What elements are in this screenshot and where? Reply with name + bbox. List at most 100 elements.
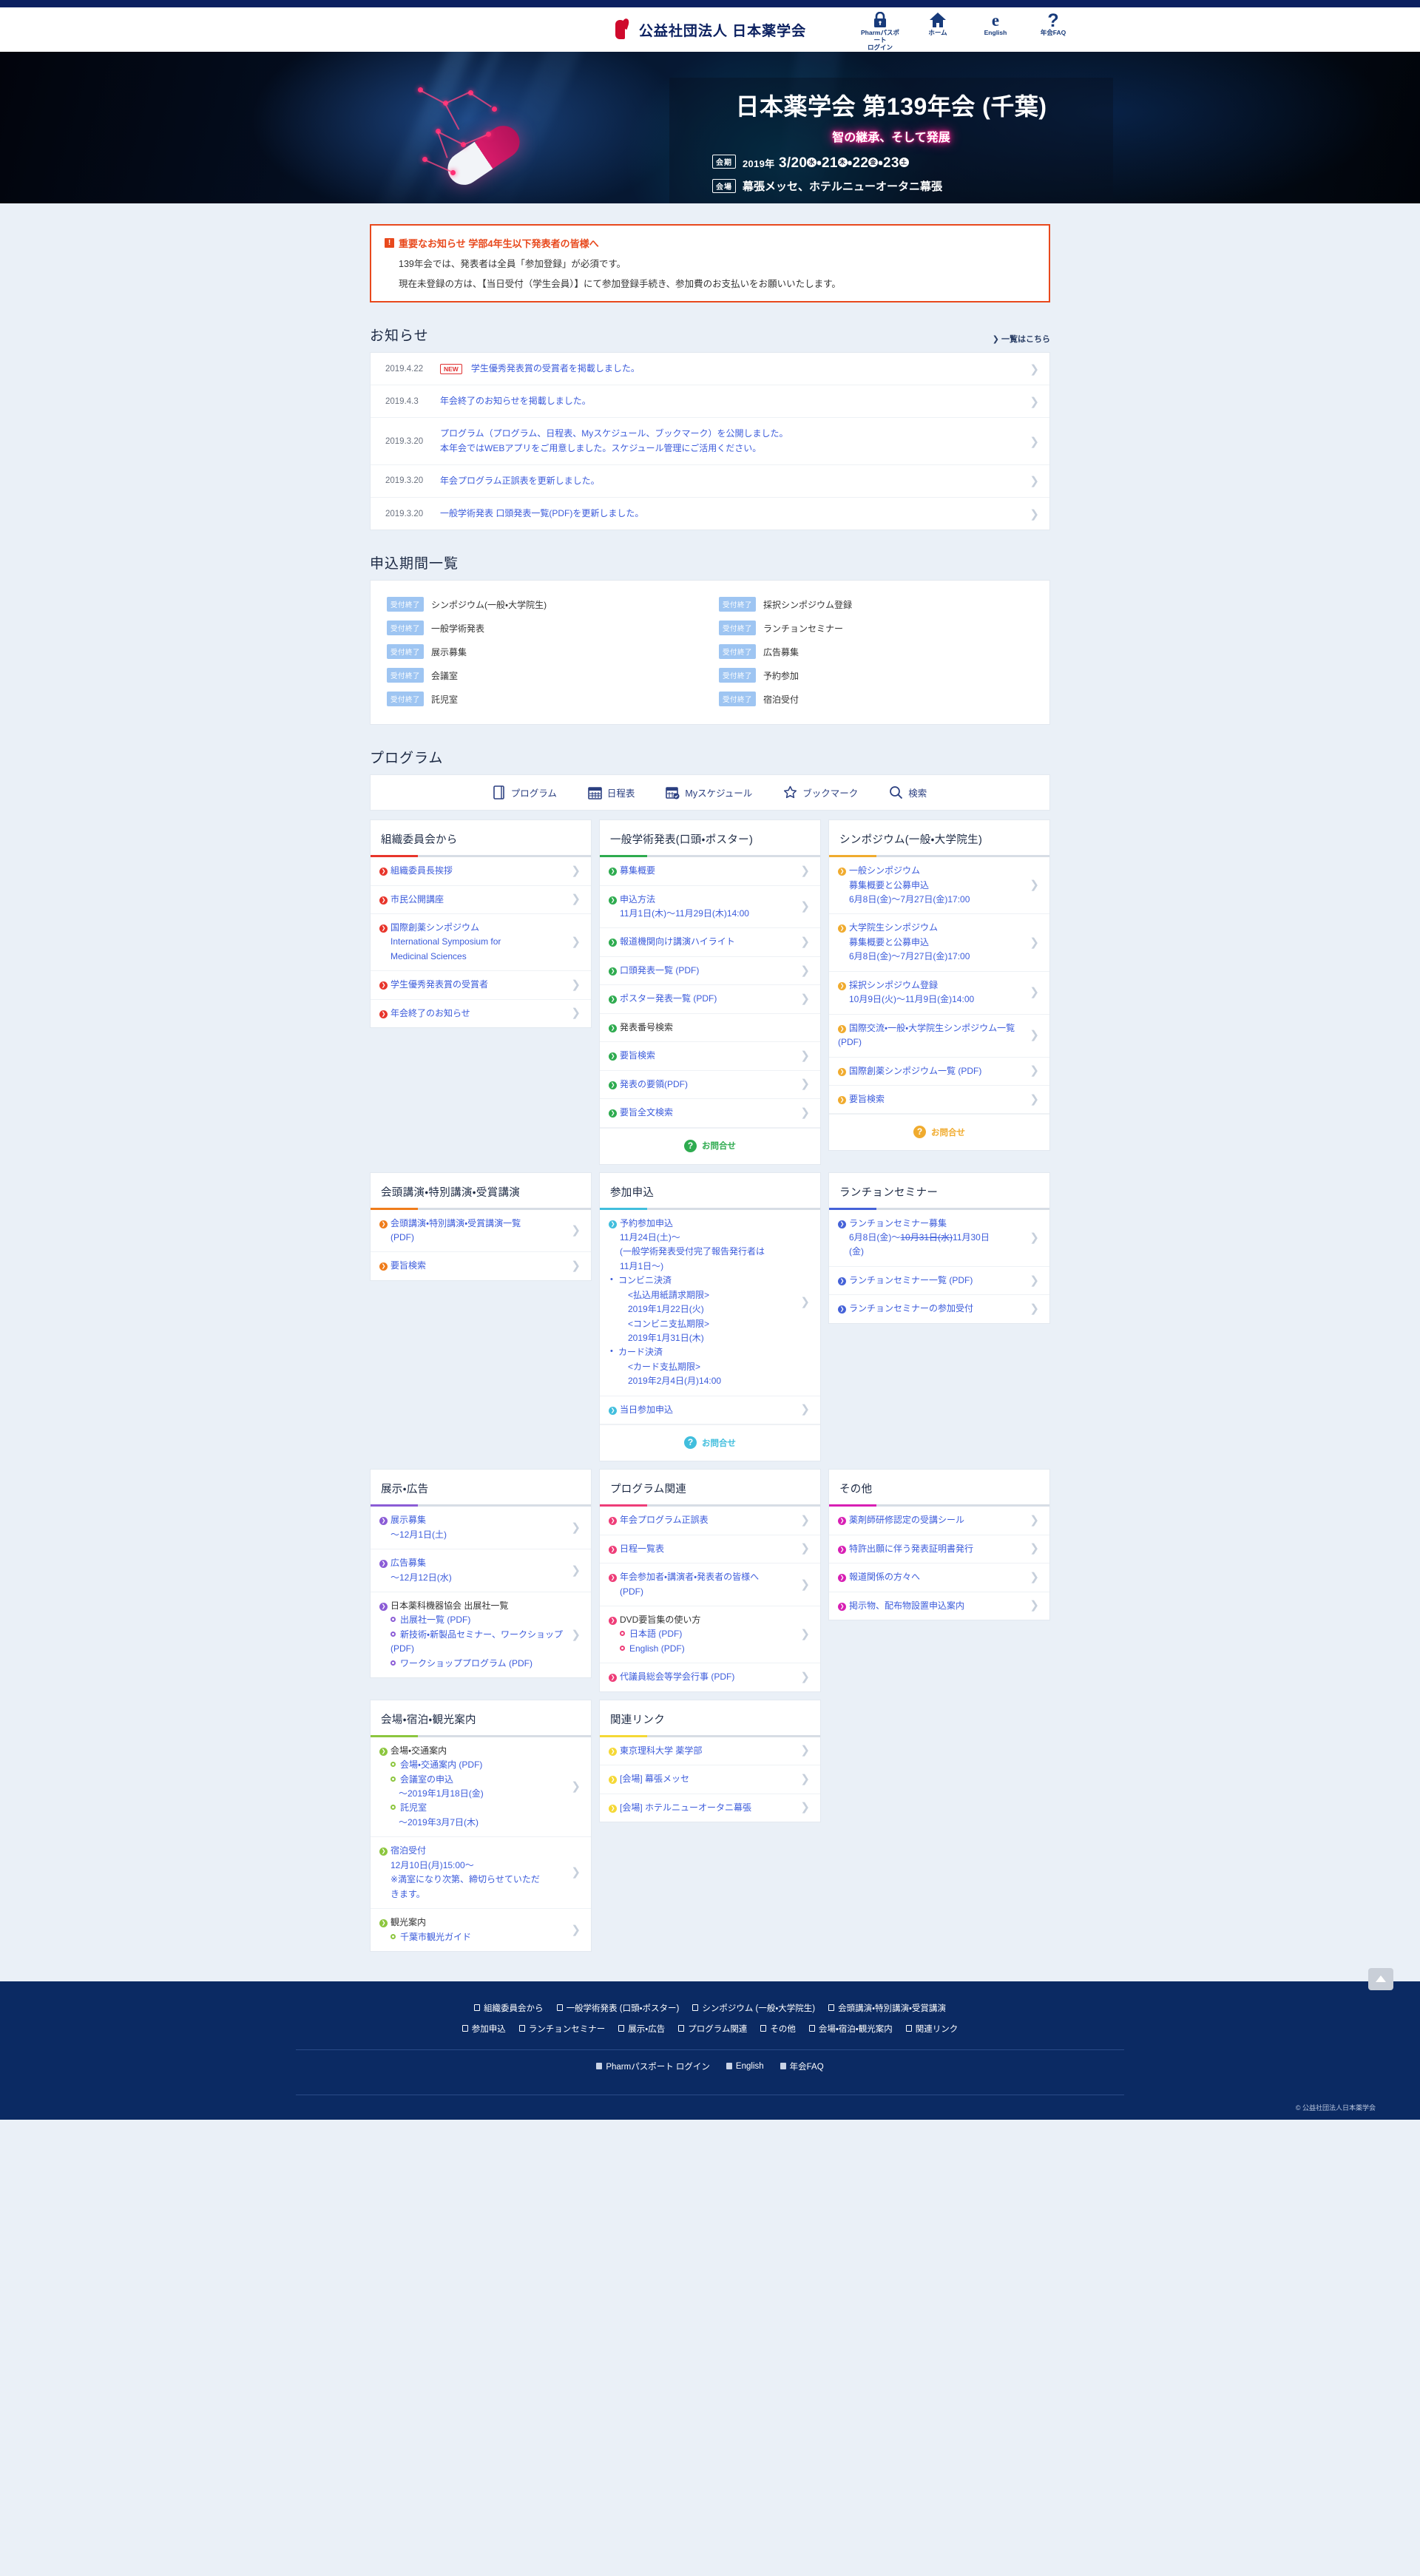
card-link-row[interactable]: ❯ 会頭講演・特別講演・受賞講演一覧 (PDF) ❯	[371, 1210, 591, 1253]
news-item[interactable]: 2019.3.20 プログラム（プログラム、日程表、Myスケジュール、ブックマーク…	[371, 418, 1049, 465]
english-button[interactable]: e English	[976, 10, 1015, 37]
contact-button[interactable]: ? お問合せ	[600, 1424, 820, 1461]
card-link-line: 2019年1月31日(木)	[609, 1331, 798, 1345]
card-link-row[interactable]: ❯ 学生優秀発表賞の受賞者 ❯	[371, 971, 591, 1000]
program-tab-calendar[interactable]: 日程表	[588, 785, 635, 799]
chevron-right-icon: ❯	[800, 1772, 810, 1785]
card-link-row[interactable]: ❯ 日本薬科機器協会 出展社一覧 出展社一覧 (PDF) 新技術・新製品セミナー、ワー…	[371, 1592, 591, 1677]
card-link-row[interactable]: ❯ 国際創薬シンポジウム一覧 (PDF) ❯	[829, 1058, 1049, 1086]
card-link-row[interactable]: ❯ [会場] ホテルニューオータニ幕張 ❯	[600, 1794, 820, 1822]
program-tab-star[interactable]: ブックマーク	[783, 785, 858, 799]
footer-nav-item[interactable]: 参加申込	[462, 2023, 506, 2035]
card-link-line: ❯ 日程一覧表	[609, 1544, 664, 1554]
circle-bullet-icon	[390, 1762, 396, 1768]
footer-nav-item[interactable]: 関連リンク	[905, 2023, 958, 2035]
footer-nav-item[interactable]: ランチョンセミナー	[518, 2023, 605, 2035]
card-link-row[interactable]: ❯ ポスター発表一覧 (PDF) ❯	[600, 985, 820, 1014]
home-button[interactable]: ホーム	[919, 10, 957, 37]
arrow-bullet-icon: ❯	[609, 1109, 617, 1118]
card-link-row[interactable]: ❯ 口頭発表一覧 (PDF) ❯	[600, 957, 820, 986]
footer-nav-item[interactable]: 展示・広告	[618, 2023, 665, 2035]
card-link-row[interactable]: ❯ DVD要旨集の使い方 日本語 (PDF) English (PDF) ❯	[600, 1606, 820, 1664]
card-link-row[interactable]: ❯ 年会参加者・講演者・発表者の皆様へ (PDF) ❯	[600, 1563, 820, 1606]
card-link-line: (一般学術発表受付完了報告発行者は	[609, 1245, 798, 1259]
footer-nav-item[interactable]: Pharmパスポート ログイン	[596, 2061, 710, 2072]
card-link-row[interactable]: ❯ 報道関係の方々へ ❯	[829, 1563, 1049, 1592]
card-link-text: 採択シンポジウム登録	[849, 979, 939, 990]
footer-nav-item[interactable]: 組織委員会から	[474, 2002, 544, 2014]
card-link-row[interactable]: ❯ 宿泊受付 12月10日(月)15:00〜 ※満室になり次第、締切らせていただ きます…	[371, 1837, 591, 1910]
card-link-row[interactable]: ❯ 展示募集 〜12月1日(土) ❯	[371, 1507, 591, 1550]
news-item[interactable]: 2019.3.20 年会プログラム正誤表を更新しました。 ❯	[371, 465, 1049, 498]
card-link-row[interactable]: ❯ 薬剤師研修認定の受講シール ❯	[829, 1507, 1049, 1535]
card-link-row[interactable]: ❯ 国際交流・一般・大学院生シンポジウム一覧 (PDF) ❯	[829, 1015, 1049, 1058]
chevron-right-icon: ❯	[800, 1670, 810, 1683]
card-link-row[interactable]: ❯ 要旨検索 ❯	[829, 1086, 1049, 1115]
contact-button[interactable]: ? お問合せ	[600, 1127, 820, 1164]
card-link-row[interactable]: ❯ ランチョンセミナーの参加受付 ❯	[829, 1295, 1049, 1322]
card-link-row[interactable]: ❯ 代議員総会等学会行事 (PDF) ❯	[600, 1663, 820, 1691]
arrow-bullet-icon: ❯	[609, 1804, 617, 1813]
card-link-row[interactable]: ❯ 東京理科大学 薬学部 ❯	[600, 1737, 820, 1766]
card-link-row[interactable]: ❯ 国際創薬シンポジウム International Symposium for Me…	[371, 914, 591, 972]
apply-period-label: 展示募集	[431, 646, 467, 657]
footer-nav-item[interactable]: シンポジウム (一般・大学院生)	[692, 2002, 815, 2014]
card-link-row[interactable]: ❯ ランチョンセミナー募集 6月8日(金)〜10月31日(水)11月30日 (金) ❯	[829, 1210, 1049, 1267]
card-link-row[interactable]: ❯ 要旨検索 ❯	[371, 1252, 591, 1279]
card-link-text: (PDF)	[390, 1231, 414, 1243]
card-link-row[interactable]: ❯ 会場・交通案内 会場・交通案内 (PDF) 会議室の申込 〜2019年1月18日(金…	[371, 1737, 591, 1838]
card-link-row[interactable]: ❯ 当日参加申込 ❯	[600, 1396, 820, 1425]
program-tab-search[interactable]: 検索	[889, 785, 927, 799]
program-tab-calendar-check[interactable]: Myスケジュール	[666, 785, 752, 799]
footer-nav-item[interactable]: English	[726, 2061, 764, 2072]
card-link-row[interactable]: ❯ 年会終了のお知らせ ❯	[371, 1000, 591, 1027]
card-link-text: 出展社一覧 (PDF)	[400, 1615, 471, 1626]
card-link-text: [会場] 幕張メッセ	[620, 1774, 690, 1785]
program-tab-book[interactable]: プログラム	[493, 785, 557, 799]
society-logo[interactable]: 公益社団法人 日本薬学会	[614, 17, 806, 41]
scroll-to-top-button[interactable]	[1368, 1967, 1393, 1990]
footer-nav-item[interactable]: その他	[760, 2023, 796, 2035]
footer-nav-item[interactable]: 年会FAQ	[780, 2061, 824, 2072]
home-icon	[919, 10, 957, 30]
card-link-row[interactable]: ❯ 広告募集 〜12月12日(水) ❯	[371, 1549, 591, 1592]
footer-nav-item[interactable]: 会場・宿泊・観光案内	[808, 2023, 893, 2035]
card-link-row[interactable]: ❯ 観光案内 千葉市観光ガイド ❯	[371, 1909, 591, 1951]
card-link-text: 報道機関向け講演ハイライト	[620, 936, 735, 947]
card-link-line: International Symposium for	[379, 935, 569, 949]
card-link-row[interactable]: ❯ 市民公開講座 ❯	[371, 886, 591, 914]
footer-nav-item[interactable]: 一般学術発表 (口頭・ポスター)	[556, 2002, 679, 2014]
card-link-row[interactable]: ❯ 一般シンポジウム 募集概要と公募申込 6月8日(金)〜7月27日(金)17:00 ❯	[829, 857, 1049, 915]
footer-nav-item[interactable]: 会頭講演・特別講演・受賞講演	[828, 2002, 946, 2014]
news-item[interactable]: 2019.4.22 NEW 学生優秀発表賞の受賞者を掲載しました。 ❯	[371, 353, 1049, 386]
faq-button[interactable]: ? 年会FAQ	[1034, 10, 1072, 37]
news-item[interactable]: 2019.4.3 年会終了のお知らせを掲載しました。 ❯	[371, 385, 1049, 419]
contact-button[interactable]: ? お問合せ	[829, 1114, 1049, 1150]
news-item[interactable]: 2019.3.20 一般学術発表 口頭発表一覧(PDF)を更新しました。 ❯	[371, 498, 1049, 530]
card-link-row[interactable]: ❯ 特許出願に伴う発表証明書発行 ❯	[829, 1535, 1049, 1564]
card-link-row[interactable]: ❯ 組織委員長挨拶 ❯	[371, 857, 591, 886]
footer-nav-item[interactable]: プログラム関連	[678, 2023, 747, 2035]
card-link-row[interactable]: ❯ 年会プログラム正誤表 ❯	[600, 1507, 820, 1535]
card-link-row[interactable]: ❯ 予約参加申込 11月24日(土)〜 (一般学術発表受付完了報告発行者は 11月1日〜…	[600, 1210, 820, 1396]
card-link-row[interactable]: ❯ 採択シンポジウム登録 10月9日(火)〜11月9日(金)14:00 ❯	[829, 972, 1049, 1015]
card-link-row[interactable]: ❯ 募集概要 ❯	[600, 857, 820, 886]
card-link-text: コンビニ決済	[618, 1275, 672, 1286]
card-link-text: 11月1日〜)	[620, 1260, 664, 1271]
card-title: 組織委員会から	[371, 820, 591, 858]
card-link-row[interactable]: ❯ ランチョンセミナー一覧 (PDF) ❯	[829, 1267, 1049, 1296]
card-link-row[interactable]: ❯ 掲示物、配布物設置申込案内 ❯	[829, 1592, 1049, 1620]
card-link-row[interactable]: ❯ [会場] 幕張メッセ ❯	[600, 1765, 820, 1794]
card-link-row[interactable]: ❯ 要旨検索 ❯	[600, 1042, 820, 1071]
pharm-passport-login-button[interactable]: Pharmパスポート ログイン	[861, 10, 899, 51]
card-link-row[interactable]: ❯ 日程一覧表 ❯	[600, 1535, 820, 1564]
news-more-link[interactable]: ❯ 一覧はこちら	[993, 333, 1050, 345]
program-tab-label: ブックマーク	[802, 788, 859, 799]
conference-title: 日本薬学会 第139年会 (千葉)	[735, 93, 1047, 120]
card-link-row[interactable]: ❯ 申込方法 11月1日(木)〜11月29日(木)14:00 ❯	[600, 886, 820, 929]
card-link-row[interactable]: ❯ 発表の要領(PDF) ❯	[600, 1071, 820, 1100]
card-link-row[interactable]: ❯ 要旨全文検索 ❯	[600, 1099, 820, 1128]
link-card: 会場・宿泊・観光案内 ❯ 会場・交通案内 会場・交通案内 (PDF) 会議室の申込 〜20…	[370, 1699, 592, 1952]
card-link-row[interactable]: ❯ 大学院生シンポジウム 募集概要と公募申込 6月8日(金)〜7月27日(金)17:0…	[829, 914, 1049, 972]
card-link-row[interactable]: ❯ 報道機関向け講演ハイライト ❯	[600, 928, 820, 957]
